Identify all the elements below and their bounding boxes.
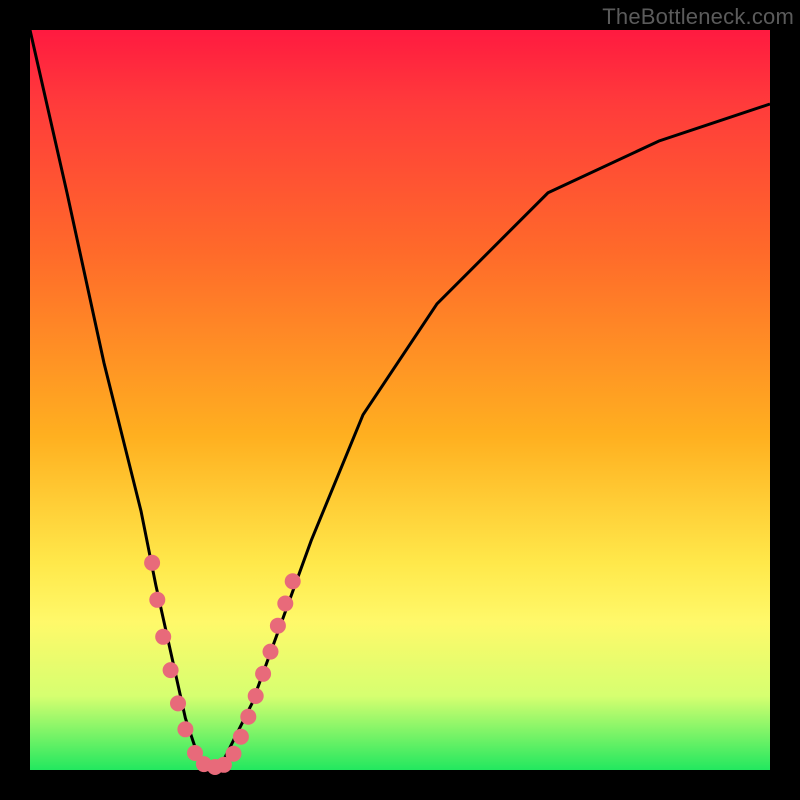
curve-marker: [270, 618, 286, 634]
curve-path: [30, 30, 770, 770]
curve-marker: [155, 629, 171, 645]
curve-marker: [285, 573, 301, 589]
curve-marker: [226, 746, 242, 762]
curve-marker: [163, 662, 179, 678]
watermark-text: TheBottleneck.com: [602, 4, 794, 30]
curve-marker: [233, 729, 249, 745]
curve-marker: [263, 644, 279, 660]
curve-marker: [177, 721, 193, 737]
chart-svg: [30, 30, 770, 770]
curve-marker: [149, 592, 165, 608]
curve-marker: [255, 666, 271, 682]
plot-area: [30, 30, 770, 770]
curve-markers: [144, 555, 301, 775]
curve-marker: [240, 709, 256, 725]
chart-frame: TheBottleneck.com: [0, 0, 800, 800]
curve-marker: [170, 695, 186, 711]
curve-marker: [277, 596, 293, 612]
curve-marker: [144, 555, 160, 571]
curve-marker: [248, 688, 264, 704]
